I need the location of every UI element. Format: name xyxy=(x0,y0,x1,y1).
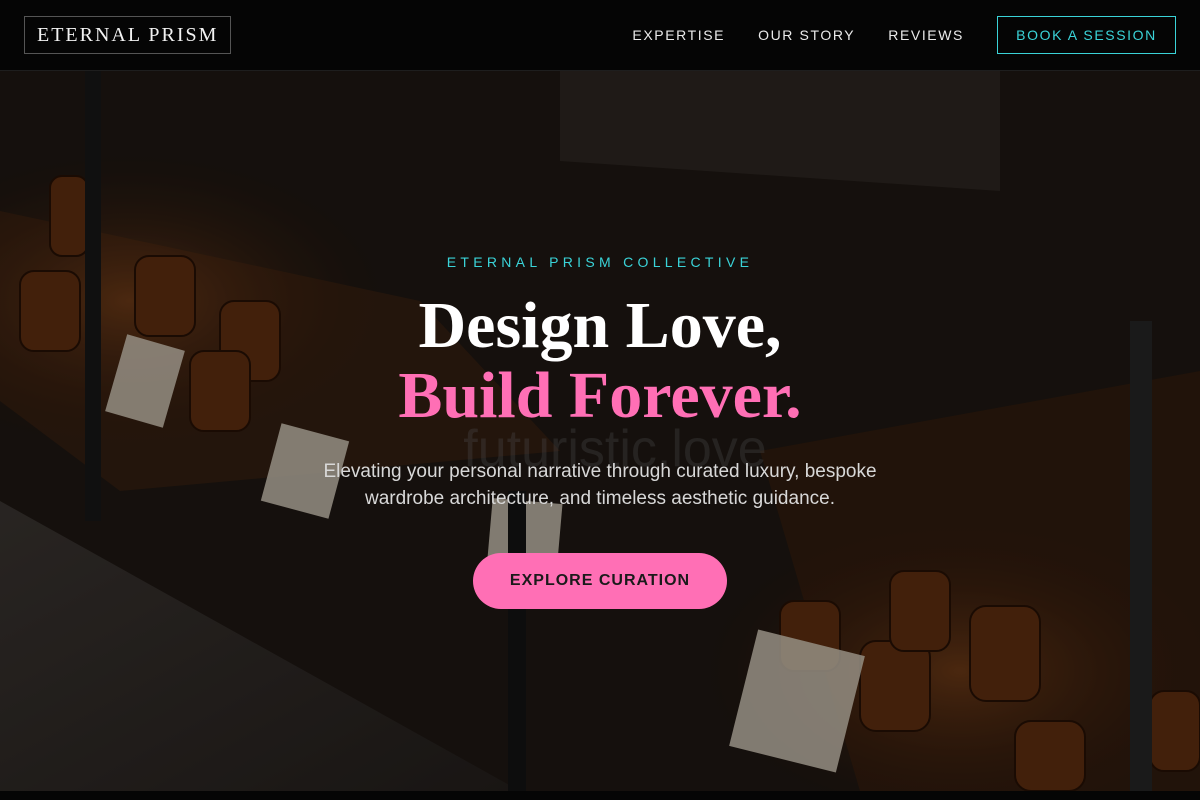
book-session-button[interactable]: BOOK A SESSION xyxy=(997,16,1176,54)
hero-headline-line2: Build Forever. xyxy=(398,359,802,432)
hero-subtext: Elevating your personal narrative throug… xyxy=(323,461,877,509)
hero-section: futuristic.love ETERNAL PRISM COLLECTIVE… xyxy=(0,71,1200,791)
main-nav: EXPERTISE OUR STORY REVIEWS BOOK A SESSI… xyxy=(599,16,1176,54)
nav-link-reviews[interactable]: REVIEWS xyxy=(888,27,964,43)
site-logo[interactable]: ETERNAL PRISM xyxy=(24,16,232,54)
bottom-edge xyxy=(0,791,1200,800)
hero-content: ETERNAL PRISM COLLECTIVE Design Love, Bu… xyxy=(0,71,1200,791)
site-header: ETERNAL PRISM EXPERTISE OUR STORY REVIEW… xyxy=(0,0,1200,71)
explore-curation-button[interactable]: EXPLORE CURATION xyxy=(473,553,727,609)
hero-eyebrow: ETERNAL PRISM COLLECTIVE xyxy=(446,254,754,270)
nav-link-our-story[interactable]: OUR STORY xyxy=(758,27,855,43)
nav-link-expertise[interactable]: EXPERTISE xyxy=(632,27,725,43)
hero-headline-line1: Design Love, xyxy=(418,289,782,362)
